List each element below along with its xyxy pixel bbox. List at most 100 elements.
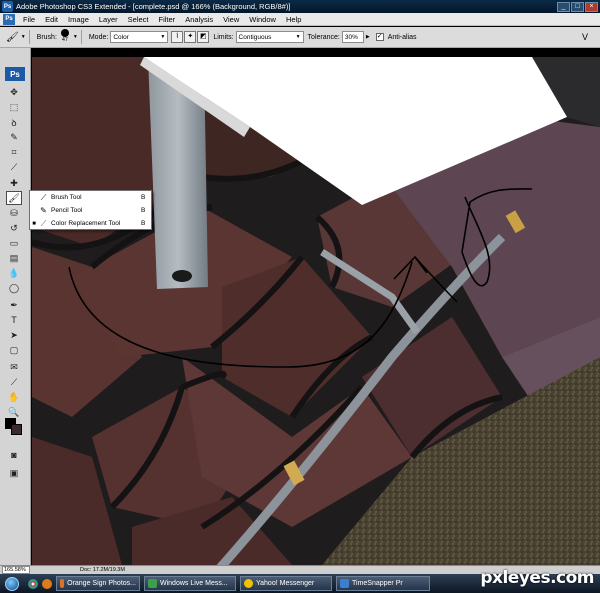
move-tool-icon[interactable]: ✥ xyxy=(6,85,22,99)
flyout-item-shortcut: B xyxy=(141,207,146,214)
sampling-background-icon[interactable]: ◩ xyxy=(197,31,210,43)
yahoo-smiley-icon xyxy=(244,579,253,588)
taskbar-item-label: Orange Sign Photos... xyxy=(67,580,136,587)
background-color-swatch[interactable] xyxy=(11,424,22,435)
minimize-button[interactable]: _ xyxy=(557,1,570,12)
divider xyxy=(28,30,30,44)
menu-bar: Ps File Edit Image Layer Select Filter A… xyxy=(0,13,600,26)
brush-size-value: 47 xyxy=(61,37,68,43)
shape-tool-icon[interactable]: ▢ xyxy=(6,343,22,357)
divider xyxy=(80,30,82,44)
zoom-tool-icon[interactable]: 🔍 xyxy=(6,405,22,419)
close-button[interactable]: × xyxy=(585,1,598,12)
firefox-icon[interactable] xyxy=(42,578,52,589)
browser-icon xyxy=(60,579,65,588)
brush-label: Brush: xyxy=(36,33,57,41)
menu-window[interactable]: Window xyxy=(244,15,281,24)
taskbar-item-yahoo-messenger[interactable]: Yahoo! Messenger xyxy=(240,576,332,591)
flyout-item-shortcut: B xyxy=(141,220,146,227)
chevron-down-icon[interactable]: ▼ xyxy=(21,34,26,40)
start-button[interactable] xyxy=(0,574,24,593)
dodge-tool-icon[interactable]: ◯ xyxy=(6,281,22,295)
mode-label: Mode: xyxy=(88,33,109,41)
mode-value: Color xyxy=(113,33,129,41)
brush-tip-preview xyxy=(60,29,69,37)
path-selection-tool-icon[interactable]: ➤ xyxy=(6,328,22,342)
notes-tool-icon[interactable]: ✉ xyxy=(6,360,22,374)
flyout-item-label: Color Replacement Tool xyxy=(51,220,121,227)
tool-preset-picker-icon[interactable]: 🖌 xyxy=(6,32,19,43)
flyout-item-pencil-tool[interactable]: ✎ Pencil Tool B xyxy=(30,204,151,217)
title-bar: Ps Adobe Photoshop CS3 Extended - [compl… xyxy=(0,0,600,13)
eraser-tool-icon[interactable]: ▭ xyxy=(6,236,22,250)
menu-layer[interactable]: Layer xyxy=(94,15,123,24)
mode-select[interactable]: Color ▼ xyxy=(110,31,169,43)
taskbar-item-timesnapper[interactable]: TimeSnapper Pr xyxy=(336,576,430,591)
document-canvas[interactable] xyxy=(32,57,600,565)
quick-mask-icon[interactable]: ◙ xyxy=(6,448,22,462)
type-tool-icon[interactable]: T xyxy=(6,313,22,327)
flyout-item-label: Pencil Tool xyxy=(51,207,83,214)
chevron-right-icon[interactable]: ▶ xyxy=(366,34,370,40)
hand-tool-icon[interactable]: ✋ xyxy=(6,390,22,404)
menu-select[interactable]: Select xyxy=(123,15,154,24)
window-title: Adobe Photoshop CS3 Extended - [complete… xyxy=(16,2,291,11)
sampling-once-icon[interactable]: ✦ xyxy=(184,31,197,43)
gradient-tool-icon[interactable]: ▤ xyxy=(6,251,22,265)
taskbar-item-label: Yahoo! Messenger xyxy=(256,580,315,587)
history-brush-tool-icon[interactable]: ↺ xyxy=(6,221,22,235)
flyout-item-brush-tool[interactable]: ⟋ Brush Tool B xyxy=(30,191,151,204)
menu-file[interactable]: File xyxy=(18,15,40,24)
tablet-pressure-icon[interactable]: V xyxy=(582,32,588,42)
maximize-button[interactable]: □ xyxy=(571,1,584,12)
lasso-tool-icon[interactable]: ꝺ xyxy=(6,115,22,129)
tolerance-value: 30% xyxy=(344,33,358,41)
options-bar: 🖌 ▼ Brush: 47 ▼ Mode: Color ▼ ⌇ ✦ ◩ Limi… xyxy=(0,27,600,48)
pen-tool-icon[interactable]: ✒ xyxy=(6,298,22,312)
flyout-item-label: Brush Tool xyxy=(51,194,82,201)
crop-tool-icon[interactable]: ⌗ xyxy=(6,145,22,159)
menu-image[interactable]: Image xyxy=(63,15,94,24)
eyedropper-sample-tool-icon[interactable]: ⟋ xyxy=(6,375,22,389)
messenger-icon xyxy=(148,579,157,588)
menu-help[interactable]: Help xyxy=(281,15,306,24)
menu-view[interactable]: View xyxy=(218,15,244,24)
photo-artwork xyxy=(32,57,600,565)
color-replacement-icon: ⟋ xyxy=(40,218,47,228)
menu-analysis[interactable]: Analysis xyxy=(180,15,218,24)
taskbar-item-label: TimeSnapper Pr xyxy=(352,580,403,587)
timesnapper-icon xyxy=(340,579,349,588)
marquee-tool-icon[interactable]: ⬚ xyxy=(6,100,22,114)
taskbar-item-windows-live[interactable]: Windows Live Mess... xyxy=(144,576,236,591)
antialias-checkbox[interactable]: ✓ xyxy=(375,33,384,41)
flyout-item-shortcut: B xyxy=(141,194,146,201)
menu-filter[interactable]: Filter xyxy=(154,15,181,24)
tolerance-input[interactable]: 30% xyxy=(341,31,364,43)
eyedropper-tool-icon[interactable]: ⟋ xyxy=(6,160,22,174)
color-replacement-tool-icon[interactable]: 🖌 xyxy=(6,191,22,205)
brush-tool-flyout-menu: ⟋ Brush Tool B ✎ Pencil Tool B ■ ⟋ Color… xyxy=(29,190,152,230)
ps-menu-icon[interactable]: Ps xyxy=(3,13,15,25)
limits-label: Limits: xyxy=(213,33,234,41)
document-size: Doc: 17.2M/19.3M xyxy=(80,567,125,573)
menu-edit[interactable]: Edit xyxy=(40,15,63,24)
chevron-down-icon[interactable]: ▼ xyxy=(73,34,78,40)
healing-brush-tool-icon[interactable]: ✚ xyxy=(6,176,22,190)
photoshop-app-icon: Ps xyxy=(2,1,13,12)
tolerance-label: Tolerance: xyxy=(307,33,340,41)
blur-tool-icon[interactable]: 💧 xyxy=(6,266,22,280)
zoom-level-field[interactable]: 165.58% xyxy=(2,566,30,574)
taskbar-item-orange-sign[interactable]: Orange Sign Photos... xyxy=(56,576,140,591)
brush-icon: ⟋ xyxy=(40,192,47,202)
chevron-down-icon: ▼ xyxy=(160,34,166,40)
flyout-item-color-replacement-tool[interactable]: ■ ⟋ Color Replacement Tool B xyxy=(30,217,151,230)
screen-mode-icon[interactable]: ▣ xyxy=(6,466,22,480)
clone-stamp-tool-icon[interactable]: ⛁ xyxy=(6,206,22,220)
sampling-continuous-icon[interactable]: ⌇ xyxy=(171,31,184,43)
antialias-label: Anti-alias xyxy=(387,33,417,41)
brush-picker[interactable]: 47 xyxy=(59,29,71,45)
chrome-icon[interactable] xyxy=(28,578,38,589)
limits-select[interactable]: Contiguous ▼ xyxy=(235,31,304,43)
pxleyes-watermark: pxleyes.com xyxy=(480,568,594,588)
quick-select-tool-icon[interactable]: ✎ xyxy=(6,130,22,144)
